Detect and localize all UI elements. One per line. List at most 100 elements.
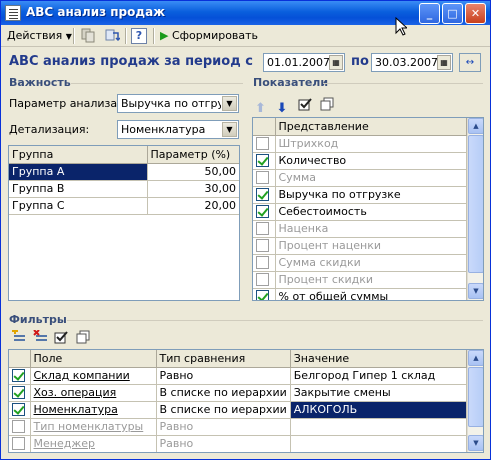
indicator-label[interactable]: Штрихкод	[275, 135, 467, 153]
date-from-field[interactable]: 01.01.2007 ▦	[263, 53, 345, 72]
checkbox[interactable]	[253, 152, 276, 170]
table-row[interactable]: Тип номенклатуры Равно	[9, 418, 468, 436]
list-item[interactable]: Процент наценки	[253, 237, 467, 255]
checkbox[interactable]	[253, 288, 276, 300]
calendar-icon[interactable]: ▦	[329, 55, 343, 70]
indicator-label[interactable]: Себестоимость	[275, 203, 467, 221]
col-header-representation[interactable]: Представление	[275, 118, 467, 136]
filter-field-cell[interactable]: Номенклатура	[30, 401, 157, 419]
filter-field-cell[interactable]: Менеджер	[30, 435, 157, 452]
list-item[interactable]: Наценка	[253, 220, 467, 238]
group-value-cell[interactable]: 50,00	[147, 163, 239, 181]
indicator-label[interactable]: Количество	[275, 152, 467, 170]
period-selector-button[interactable]: ↔	[459, 53, 481, 72]
scroll-down-icon[interactable]: ▼	[468, 435, 483, 451]
uncheck-all-icon[interactable]	[320, 97, 338, 115]
filters-scrollbar[interactable]: ▲ ▼	[467, 350, 483, 452]
scroll-thumb[interactable]	[468, 367, 483, 427]
help-button[interactable]: ?	[131, 28, 147, 44]
col-header-param[interactable]: Параметр (%)	[147, 146, 239, 164]
group-value-cell[interactable]: 30,00	[147, 180, 239, 198]
group-value-cell[interactable]: 20,00	[147, 197, 239, 215]
filter-value-cell[interactable]	[290, 435, 468, 452]
table-row[interactable]: Номенклатура В списке по иерархии АЛКОГО…	[9, 401, 468, 419]
list-item[interactable]: Количество	[253, 152, 467, 170]
filter-type-cell[interactable]: Равно	[156, 435, 291, 452]
indicator-label[interactable]: % от общей суммы	[275, 288, 467, 300]
restore-settings-button[interactable]	[104, 27, 121, 45]
col-header-value[interactable]: Значение	[290, 350, 468, 368]
indicator-label[interactable]: Процент наценки	[275, 237, 467, 255]
indicator-label[interactable]: Выручка по отгрузке	[275, 186, 467, 204]
table-row[interactable]: Группа C 20,00	[9, 197, 239, 215]
indicator-label[interactable]: Процент скидки	[275, 271, 467, 289]
detail-select[interactable]: Номенклатура ▼	[117, 120, 239, 139]
table-row[interactable]: Группа B 30,00	[9, 180, 239, 198]
calendar-icon[interactable]: ▦	[437, 55, 451, 70]
filter-type-cell[interactable]: В списке по иерархии	[156, 401, 291, 419]
scroll-thumb[interactable]	[468, 135, 483, 273]
checkbox[interactable]	[253, 220, 276, 238]
filter-type-cell[interactable]: В списке по иерархии	[156, 384, 291, 402]
filters-table[interactable]: Поле Тип сравнения Значение Склад компан…	[8, 349, 484, 453]
scroll-up-icon[interactable]: ▲	[468, 118, 483, 134]
checkbox[interactable]	[253, 254, 276, 272]
move-down-icon[interactable]: ⬇	[277, 101, 295, 116]
list-item[interactable]: Процент скидки	[253, 271, 467, 289]
actions-menu[interactable]: Действия ▼	[7, 27, 72, 45]
check-all-icon[interactable]	[54, 330, 72, 348]
copy-settings-button[interactable]	[80, 27, 96, 45]
uncheck-all-icon[interactable]	[76, 330, 94, 348]
indicator-label[interactable]: Сумма скидки	[275, 254, 467, 272]
list-item[interactable]: Выручка по отгрузке	[253, 186, 467, 204]
checkbox[interactable]	[253, 237, 276, 255]
col-header-field[interactable]: Поле	[30, 350, 157, 368]
indicator-label[interactable]: Сумма	[275, 169, 467, 187]
table-row[interactable]: Хоз. операция В списке по иерархии Закры…	[9, 384, 468, 402]
table-row[interactable]: Склад компании Равно Белгород Гипер 1 ск…	[9, 367, 468, 385]
maximize-button[interactable]: □	[442, 3, 463, 24]
generate-button[interactable]: ▶ Сформировать	[160, 27, 258, 45]
indicators-table[interactable]: Представление Штрихкод Количество Сумма …	[252, 117, 484, 301]
groups-table[interactable]: Группа Параметр (%) Группа А 50,00 Групп…	[8, 145, 240, 301]
filter-field-cell[interactable]: Тип номенклатуры	[30, 418, 157, 436]
col-header-compare[interactable]: Тип сравнения	[156, 350, 291, 368]
checkbox[interactable]	[253, 169, 276, 187]
add-filter-icon[interactable]	[11, 328, 29, 348]
checkbox[interactable]	[253, 203, 276, 221]
checkbox[interactable]	[253, 135, 276, 153]
filter-field-cell[interactable]: Склад компании	[30, 367, 157, 385]
indicator-label[interactable]: Наценка	[275, 220, 467, 238]
filter-value-cell[interactable]: Белгород Гипер 1 склад	[290, 367, 468, 385]
list-item[interactable]: Сумма скидки	[253, 254, 467, 272]
analysis-param-select[interactable]: Выручка по отгрузке ▼	[117, 94, 239, 113]
checkbox[interactable]	[9, 401, 31, 419]
filter-type-cell[interactable]: Равно	[156, 418, 291, 436]
filter-value-cell[interactable]: Закрытие смены	[290, 384, 468, 402]
col-header-group[interactable]: Группа	[9, 146, 148, 164]
minimize-button[interactable]: _	[419, 3, 440, 24]
delete-filter-icon[interactable]	[32, 329, 51, 348]
group-name-cell[interactable]: Группа B	[9, 180, 148, 198]
list-item[interactable]: % от общей суммы	[253, 288, 467, 300]
group-name-cell[interactable]: Группа А	[9, 163, 148, 181]
table-row[interactable]: Группа А 50,00	[9, 163, 239, 181]
checkbox[interactable]	[9, 367, 31, 385]
filter-field-cell[interactable]: Хоз. операция	[30, 384, 157, 402]
scroll-down-icon[interactable]: ▼	[468, 283, 483, 299]
list-item[interactable]: Сумма	[253, 169, 467, 187]
filter-value-cell[interactable]	[290, 418, 468, 436]
checkbox[interactable]	[9, 435, 31, 452]
title-bar[interactable]: ABC анализ продаж _ □ ✕	[1, 1, 490, 25]
table-row[interactable]: Менеджер Равно	[9, 435, 468, 452]
chevron-down-icon[interactable]: ▼	[222, 96, 237, 111]
filter-type-cell[interactable]: Равно	[156, 367, 291, 385]
scroll-up-icon[interactable]: ▲	[468, 350, 483, 366]
check-all-icon[interactable]	[298, 97, 316, 115]
checkbox[interactable]	[253, 186, 276, 204]
checkbox[interactable]	[9, 418, 31, 436]
date-to-field[interactable]: 30.03.2007 ▦	[371, 53, 453, 72]
move-up-icon[interactable]: ⬆	[255, 101, 273, 116]
checkbox[interactable]	[9, 384, 31, 402]
list-item[interactable]: Себестоимость	[253, 203, 467, 221]
